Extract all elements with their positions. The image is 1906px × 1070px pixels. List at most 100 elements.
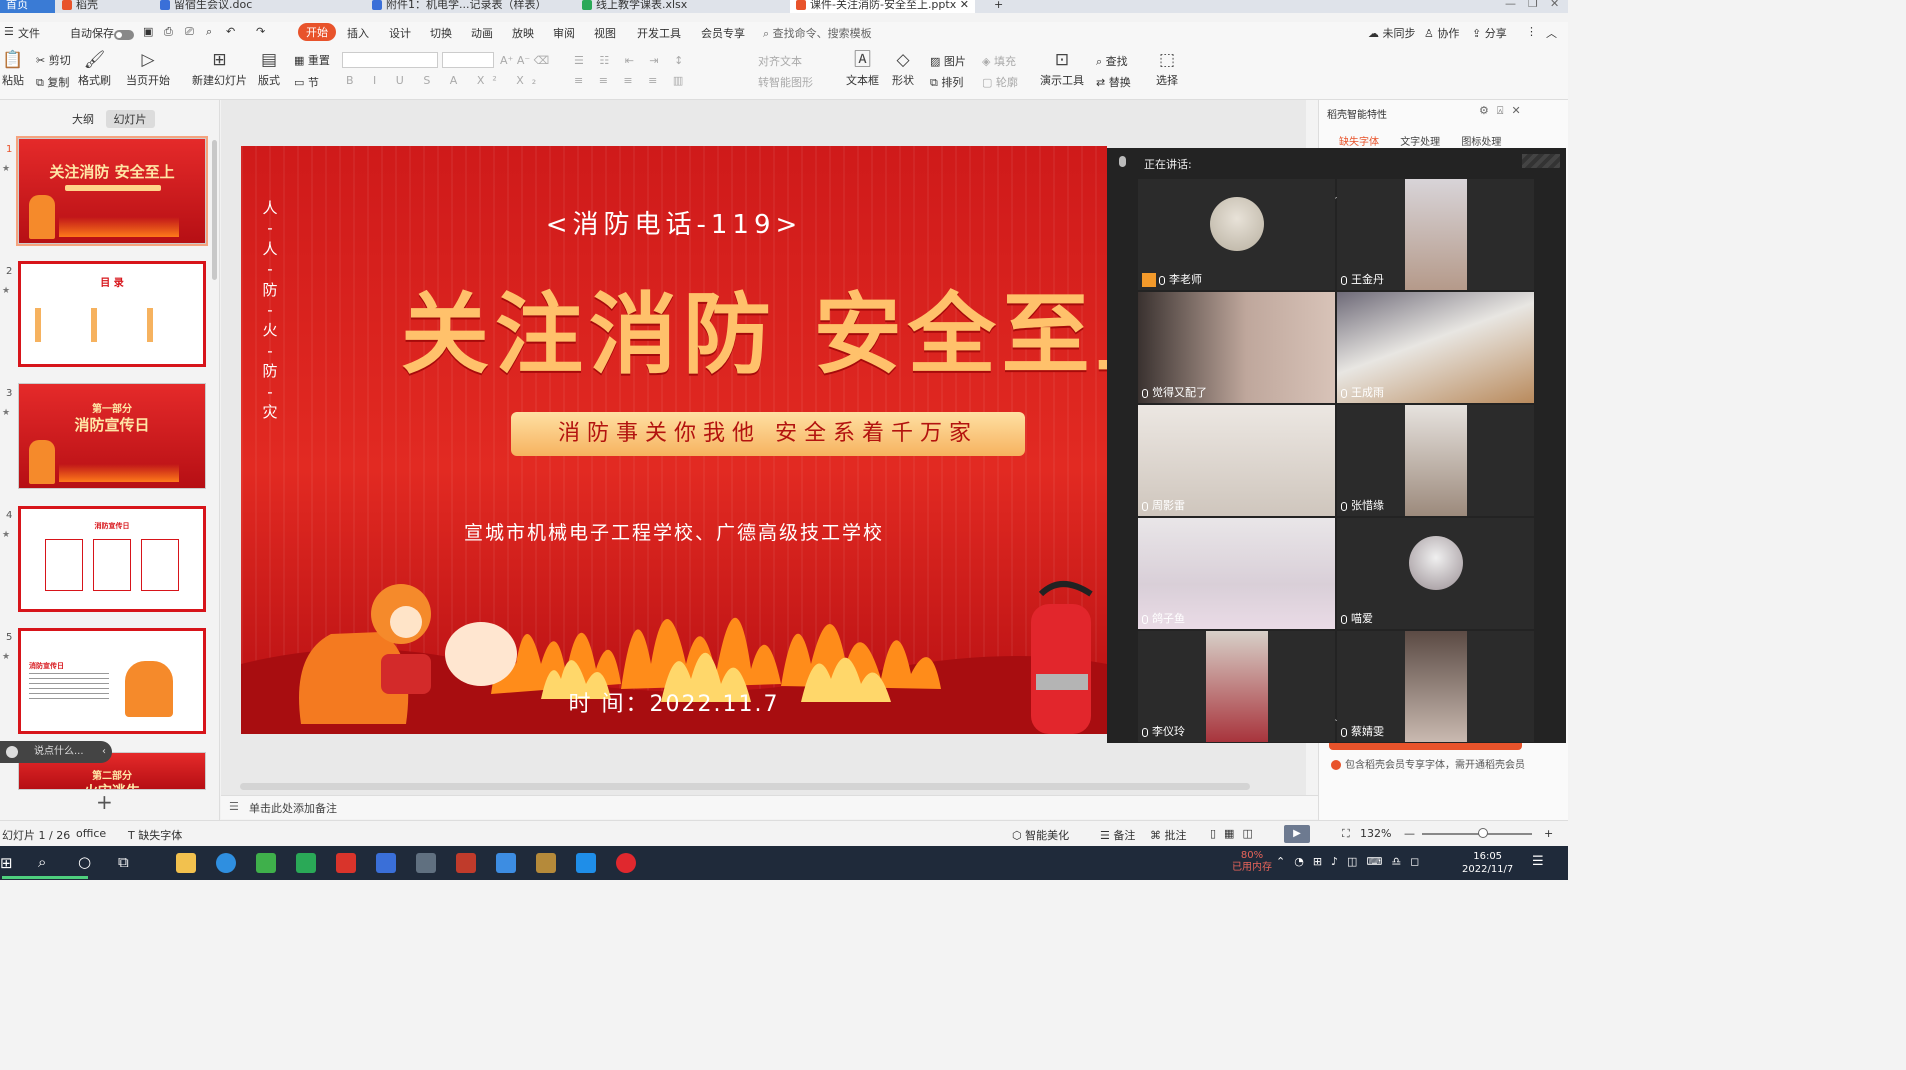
cortana-icon[interactable]: ○ bbox=[78, 853, 91, 871]
print-icon[interactable]: ⎚ bbox=[185, 25, 194, 39]
tab-outline[interactable]: 大纲 bbox=[64, 110, 102, 128]
select-button[interactable]: ⬚ 选择 bbox=[1156, 50, 1178, 88]
participant-tile[interactable]: 王金丹 bbox=[1337, 179, 1534, 290]
close-icon[interactable]: ✕ bbox=[1511, 104, 1528, 117]
participant-tile[interactable]: 周影雷 bbox=[1138, 405, 1335, 516]
list-icons[interactable]: ☰ ☷ ⇤ ⇥ ↕ bbox=[574, 54, 689, 67]
comments-toggle[interactable]: ⌘ 批注 bbox=[1150, 827, 1187, 843]
tab-doc-meeting[interactable]: 留宿生会议.doc bbox=[160, 0, 252, 13]
menu-view[interactable]: 视图 bbox=[594, 25, 616, 41]
wps-office-icon[interactable] bbox=[336, 853, 356, 873]
present-tools-button[interactable]: ⊡ 演示工具 bbox=[1040, 50, 1084, 88]
menu-review[interactable]: 审阅 bbox=[553, 25, 575, 41]
new-slide-button[interactable]: ⊞ 新建幻灯片 bbox=[192, 50, 247, 88]
menu-developer[interactable]: 开发工具 bbox=[637, 25, 681, 41]
fit-window-icon[interactable]: ⛶ bbox=[1342, 827, 1350, 841]
participant-tile[interactable]: 喵爱 bbox=[1337, 518, 1534, 629]
collaborate-button[interactable]: ♙ 协作 bbox=[1424, 25, 1459, 41]
music-app-icon[interactable] bbox=[616, 853, 636, 873]
autosave-toggle[interactable] bbox=[114, 28, 134, 41]
zoom-slider[interactable] bbox=[1422, 833, 1532, 835]
font-grow-icon[interactable]: A⁺ A⁻ ⌫ bbox=[500, 54, 549, 67]
restore-icon[interactable]: ❐ bbox=[1528, 0, 1538, 10]
align-text-button[interactable]: 对齐文本 bbox=[758, 53, 802, 69]
arrange-button[interactable]: ⧉ 排列 bbox=[930, 74, 963, 90]
more-icon[interactable]: ⋮ bbox=[1526, 25, 1537, 38]
word-app-icon[interactable] bbox=[376, 853, 396, 873]
tab-doc-record[interactable]: 附件1：机电学...记录表（样表） bbox=[372, 0, 547, 13]
participant-tile[interactable]: 王成雨 bbox=[1337, 292, 1534, 403]
media-player-icon[interactable] bbox=[256, 853, 276, 873]
textbox-button[interactable]: 🄰 文本框 bbox=[846, 50, 879, 88]
clock[interactable]: 16:05 2022/11/7 bbox=[1462, 850, 1513, 876]
menu-start[interactable]: 开始 bbox=[298, 23, 336, 41]
live-chat-input[interactable]: 说点什么... ‹ bbox=[0, 741, 112, 763]
pane-title[interactable]: 稻壳智能特性 bbox=[1327, 106, 1387, 121]
participant-tile[interactable]: 李老师 bbox=[1138, 179, 1335, 290]
windows-start-icon[interactable]: ⊞ bbox=[0, 854, 13, 872]
slide-thumbnail[interactable]: 目 录 bbox=[18, 261, 206, 367]
tab-xlsx-schedule[interactable]: 线上教学课表.xlsx bbox=[582, 0, 687, 13]
play-from-current-button[interactable]: ▷ 当页开始 bbox=[126, 50, 170, 88]
font-family-select[interactable] bbox=[342, 52, 438, 68]
picture-button[interactable]: ▨ 图片 bbox=[930, 53, 966, 69]
participant-tile[interactable]: 张惜缘 bbox=[1337, 405, 1534, 516]
pane-controls[interactable]: ⚙⍓✕ bbox=[1479, 104, 1529, 118]
redo-icon[interactable]: ↷ bbox=[256, 25, 265, 38]
preview-icon[interactable]: ⌕ bbox=[206, 25, 212, 39]
notes-app-icon[interactable] bbox=[496, 853, 516, 873]
canvas-horizontal-scrollbar[interactable] bbox=[240, 783, 1250, 790]
undo-icon[interactable]: ↶ bbox=[226, 25, 235, 38]
settings-icon[interactable] bbox=[416, 853, 436, 873]
browser-icon[interactable] bbox=[216, 853, 236, 873]
participant-tile[interactable]: 李仪玲 bbox=[1138, 631, 1335, 742]
settings-icon[interactable]: ⚙ bbox=[1479, 104, 1497, 117]
zoom-slider-handle[interactable] bbox=[1478, 828, 1488, 838]
zoom-in-icon[interactable]: + bbox=[1544, 827, 1553, 840]
text-format-icons[interactable]: B I U S A X² X₂ bbox=[346, 74, 544, 87]
section-button[interactable]: ▭ 节 bbox=[294, 74, 319, 90]
smart-beautify-button[interactable]: ⬡ 智能美化 bbox=[1012, 827, 1069, 843]
find-button[interactable]: ⌕ 查找 bbox=[1096, 53, 1128, 69]
menu-member[interactable]: 会员专享 bbox=[701, 25, 745, 41]
participant-tile[interactable]: 鸽子鱼 bbox=[1138, 518, 1335, 629]
tab-docer[interactable]: 稻壳 bbox=[62, 0, 98, 13]
shape-button[interactable]: ◇ 形状 bbox=[892, 50, 914, 88]
align-icons[interactable]: ≡ ≡ ≡ ≡ ▥ bbox=[574, 74, 689, 87]
memory-usage-widget[interactable]: 80% 已用内存 bbox=[1232, 850, 1272, 874]
pin-icon[interactable]: ⍓ bbox=[1497, 104, 1512, 117]
tab-pptx-active[interactable]: 课件-关注消防-安全至上.pptx ✕ bbox=[790, 0, 975, 13]
slide-thumbnail[interactable]: 第一部分 消防宣传日 bbox=[18, 383, 206, 489]
collapse-chevron-icon[interactable]: ‹ bbox=[102, 741, 106, 763]
copy-button[interactable]: ⧉ 复制 bbox=[36, 74, 69, 90]
participant-tile[interactable]: 蔡婧雯 bbox=[1337, 631, 1534, 742]
new-tab-button[interactable]: + bbox=[994, 0, 1003, 13]
speaker-notes-bar[interactable]: ☰ 单击此处添加备注 bbox=[221, 795, 1318, 819]
share-button[interactable]: ⇪ 分享 bbox=[1472, 25, 1507, 41]
collapse-ribbon-icon[interactable]: ︿ bbox=[1546, 25, 1557, 41]
menu-animation[interactable]: 动画 bbox=[471, 25, 493, 41]
search-icon[interactable]: ⌕ bbox=[38, 853, 46, 871]
tab-icon-processing[interactable]: 图标处理 bbox=[1461, 137, 1501, 148]
sync-status[interactable]: ☁ 未同步 bbox=[1368, 25, 1416, 41]
add-slide-button[interactable]: + bbox=[96, 790, 113, 814]
replace-button[interactable]: ⇄ 替换 bbox=[1096, 74, 1131, 90]
cut-button[interactable]: ✂ 剪切 bbox=[36, 52, 71, 68]
task-view-icon[interactable]: ⧉ bbox=[118, 853, 129, 871]
save-icon[interactable]: ▣ bbox=[143, 25, 153, 38]
tab-missing-font[interactable]: 缺失字体 bbox=[1339, 137, 1379, 148]
participant-tile[interactable]: 觉得又配了 bbox=[1138, 292, 1335, 403]
zoom-out-icon[interactable]: — bbox=[1404, 827, 1415, 840]
meeting-app-icon[interactable] bbox=[576, 853, 596, 873]
minimize-icon[interactable]: — bbox=[1505, 0, 1516, 10]
menu-insert[interactable]: 插入 bbox=[347, 25, 369, 41]
system-tray-icons[interactable]: ⌃◔⊞♪◫⌨♎◻ bbox=[1276, 855, 1428, 868]
outline-button[interactable]: ▢ 轮廓 bbox=[982, 74, 1018, 90]
command-search[interactable]: ⌕ 查找命令、搜索模板 bbox=[763, 25, 872, 41]
font-size-select[interactable] bbox=[442, 52, 494, 68]
fill-button[interactable]: ◈ 填充 bbox=[982, 53, 1016, 69]
spreadsheet-app-icon[interactable] bbox=[296, 853, 316, 873]
menu-design[interactable]: 设计 bbox=[389, 25, 411, 41]
menu-transition[interactable]: 切换 bbox=[430, 25, 452, 41]
play-slideshow-button[interactable]: ▶ bbox=[1284, 825, 1310, 843]
